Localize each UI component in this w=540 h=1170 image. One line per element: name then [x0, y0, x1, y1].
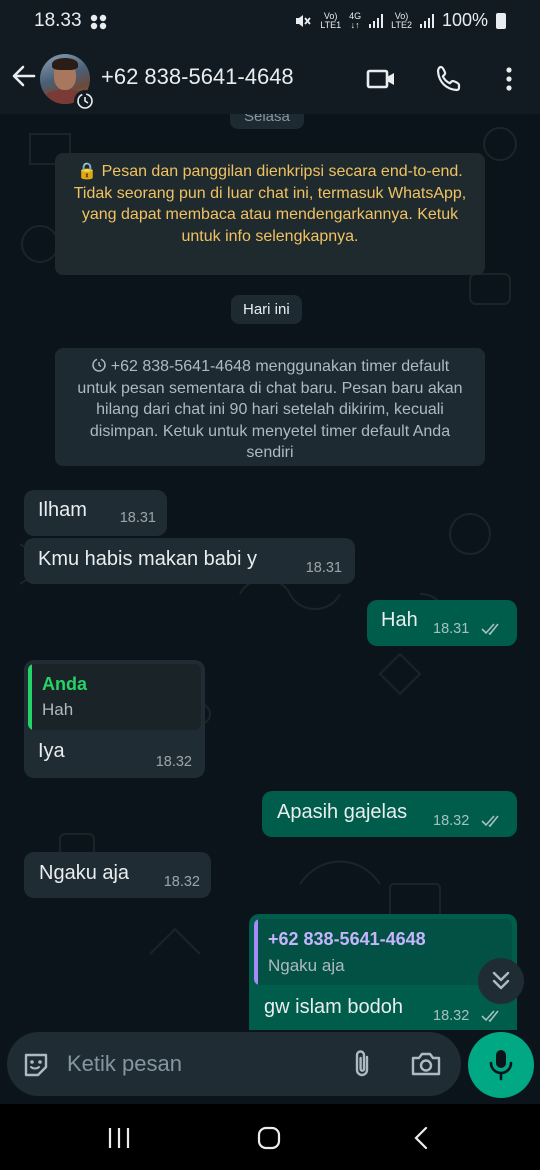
back-arrow-icon[interactable] [10, 62, 38, 90]
message-text: gw islam bodoh [264, 996, 403, 1018]
quote-text: Ngaku aja [268, 956, 345, 975]
quote-author: Anda [42, 674, 87, 694]
message-composer [0, 1030, 540, 1104]
timer-notice-text: +62 838-5641-4648 menggunakan timer defa… [77, 358, 463, 461]
mic-icon [489, 1050, 513, 1081]
sim2-label: LTE2 [391, 19, 412, 30]
voice-record-button[interactable] [468, 1032, 534, 1098]
message-time: 18.32 [155, 754, 192, 770]
chat-area[interactable]: Selasa 🔒 Pesan dan panggilan dienkripsi … [0, 114, 540, 1036]
app-notification-icon [90, 14, 107, 30]
battery-percent: 100% [441, 10, 488, 30]
timer-icon [92, 358, 106, 372]
camera-icon[interactable] [409, 1049, 443, 1079]
timer-icon [77, 93, 93, 109]
message-text: Kmu habis makan babi y [38, 548, 258, 570]
message-input[interactable] [67, 1042, 337, 1086]
status-bar: 18.33 Vo) LTE1 4G ↓↑ Vo) LTE2 100% [0, 0, 540, 42]
message-time: 18.31 [119, 510, 156, 526]
double-check-icon [481, 1010, 499, 1023]
contact-name[interactable]: +62 838-5641-4648 [101, 64, 294, 90]
status-indicators: Vo) LTE1 4G ↓↑ Vo) LTE2 100% [294, 10, 506, 31]
message-time: 18.32 [433, 813, 470, 829]
attach-icon[interactable] [347, 1048, 377, 1080]
message-input-box[interactable] [7, 1032, 461, 1096]
chat-header: +62 838-5641-4648 [0, 42, 540, 114]
message-time: 18.31 [305, 560, 342, 576]
date-separator-previous: Selasa [230, 114, 304, 129]
message-text: Hah [381, 609, 418, 631]
video-call-icon[interactable] [366, 64, 396, 94]
nav-back-icon[interactable] [410, 1126, 432, 1150]
message-outgoing[interactable]: Hah 18.31 [367, 600, 517, 646]
disappearing-timer-badge [74, 90, 96, 112]
more-vert-icon[interactable] [494, 64, 524, 94]
message-outgoing[interactable]: Apasih gajelas 18.32 [262, 791, 517, 837]
quote-text: Hah [42, 700, 74, 719]
nav-home-icon[interactable] [256, 1125, 282, 1151]
message-incoming[interactable]: Ilham 18.31 [24, 490, 167, 536]
message-time: 18.31 [433, 621, 470, 637]
double-check-icon [481, 815, 499, 828]
message-text: Apasih gajelas [277, 801, 408, 823]
nav-recents-icon[interactable] [105, 1126, 133, 1150]
mute-icon [296, 14, 311, 27]
sticker-icon[interactable] [21, 1050, 51, 1080]
message-incoming[interactable]: Ngaku aja 18.32 [24, 852, 211, 898]
message-time: 18.32 [433, 1008, 470, 1024]
message-text: Ilham [38, 499, 87, 521]
double-check-icon [481, 623, 499, 636]
battery-icon [496, 12, 506, 29]
encryption-notice[interactable]: 🔒 Pesan dan panggilan dienkripsi secara … [55, 153, 485, 275]
signal-2-icon [419, 13, 434, 28]
message-incoming[interactable]: Kmu habis makan babi y 18.31 [24, 538, 355, 584]
scroll-to-bottom-button[interactable] [478, 958, 524, 1004]
quote-author: +62 838-5641-4648 [268, 929, 426, 949]
sim1-label: LTE1 [320, 19, 342, 30]
system-navigation-bar [0, 1104, 540, 1170]
signal-1-icon [369, 13, 384, 28]
quoted-message[interactable]: Anda Hah [28, 664, 201, 730]
chevron-double-down-icon [492, 971, 510, 990]
message-incoming-reply[interactable]: Anda Hah Iya 18.32 [24, 660, 205, 778]
disappearing-timer-notice[interactable]: +62 838-5641-4648 menggunakan timer defa… [55, 348, 485, 466]
status-time: 18.33 [34, 10, 82, 31]
date-separator-today: Hari ini [231, 295, 302, 324]
message-outgoing-reply[interactable]: +62 838-5641-4648 Ngaku aja gw islam bod… [249, 914, 517, 1036]
message-time: 18.32 [163, 874, 200, 890]
message-text: Ngaku aja [39, 862, 130, 884]
quoted-message[interactable]: +62 838-5641-4648 Ngaku aja [254, 919, 512, 985]
phone-icon[interactable] [434, 64, 464, 94]
message-text: Iya [38, 740, 65, 762]
